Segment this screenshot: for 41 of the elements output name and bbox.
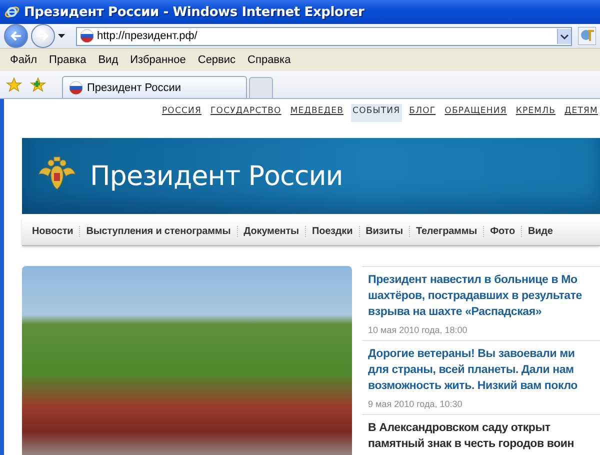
top-link[interactable]: ДЕТЯМ [562,104,600,122]
nav-link[interactable]: Визиты [360,226,410,237]
news-headline[interactable]: Президент навестил в больнице в Мо шахтёров, пострадавших в результате взрыва на шахте «Распадская» [368,272,600,320]
favorites-star-icon[interactable] [6,76,22,92]
nav-link[interactable]: Телеграммы [410,226,484,237]
nav-link[interactable]: Виде [522,226,559,237]
address-field[interactable]: http://президент.рф/ [76,26,572,46]
nav-link[interactable]: Поездки [306,226,360,237]
ie-logo-icon [4,4,20,20]
top-link[interactable]: ГОСУДАРСТВО [208,104,284,122]
menu-item[interactable]: Сервис [192,52,242,68]
news-headline[interactable]: Дорогие ветераны! Вы завоевали ми для страны, всей планеты. Дали нам возможность жить. Низкий вам покло [368,346,600,394]
menu-item[interactable]: Вид [92,52,124,68]
back-button[interactable] [4,24,28,48]
top-link[interactable]: РОССИЯ [160,104,204,122]
window-title: Президент России - Windows Internet Explorer [24,4,364,20]
top-link[interactable]: МЕДВЕДЕВ [288,104,346,122]
top-link[interactable]: СОБЫТИЯ [350,104,402,122]
forward-button[interactable] [31,24,55,48]
nav-link[interactable]: Выступления и стенограммы [80,226,238,237]
flag-icon [69,80,83,94]
nav-link[interactable]: Фото [484,226,522,237]
menu-item[interactable]: Избранное [124,52,192,68]
news-date: 10 мая 2010 года, 18:00 [368,325,468,335]
menu-item[interactable]: Справка [242,52,297,68]
forward-arrow-icon [37,30,49,42]
top-link[interactable]: ОБРАЩЕНИЯ [442,104,509,122]
nav-link[interactable]: Документы [238,226,306,237]
menu-item[interactable]: Файл [4,52,44,68]
news-date: 9 мая 2010 года, 10:30 [368,399,464,409]
top-link[interactable]: БЛОГ [407,104,438,122]
top-link[interactable]: КРЕМЛЬ [514,104,558,122]
dropdown-caret-icon[interactable] [58,34,65,38]
nav-link[interactable]: Новости [26,226,80,237]
browser-tab[interactable]: Президент России [62,76,247,98]
flag-icon [80,29,94,43]
back-arrow-icon [10,30,22,42]
site-title[interactable]: Президент России [90,160,343,192]
menu-item[interactable]: Правка [43,52,92,68]
news-headline[interactable]: В Александровском саду открыт памятный знак в честь городов воин [368,420,600,452]
add-favorite-icon[interactable] [30,76,46,92]
